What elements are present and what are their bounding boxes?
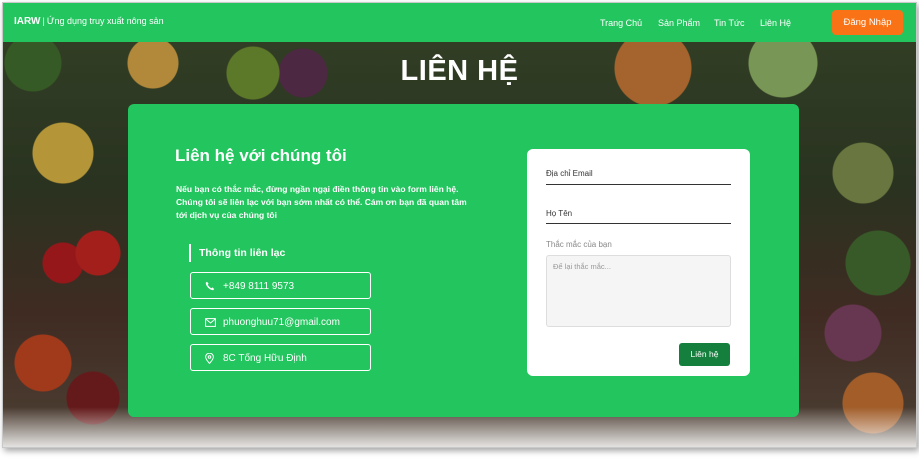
phone-text: +849 8111 9573 — [223, 281, 295, 293]
contact-card: Liên hệ với chúng tôi Nếu bạn có thắc mắ… — [128, 104, 799, 417]
nav-news[interactable]: Tin Tức — [714, 18, 745, 28]
phone-contact[interactable]: +849 8111 9573 — [190, 272, 371, 299]
question-label: Thắc mắc của bạn — [546, 240, 612, 249]
brand-name: IARW — [14, 16, 41, 27]
email-contact[interactable]: phuonghuu71@gmail.com — [190, 308, 371, 335]
nav-contact[interactable]: Liên Hệ — [760, 18, 791, 28]
contact-description: Nếu bạn có thắc mắc, đừng ngần ngại điền… — [176, 184, 467, 220]
submit-button[interactable]: Liên hệ — [679, 343, 730, 366]
email-field[interactable]: Địa chỉ Email — [546, 169, 593, 178]
name-field[interactable]: Họ Tên — [546, 209, 572, 218]
brand-tagline: Ứng dụng truy xuất nông sản — [46, 16, 164, 26]
email-text: phuonghuu71@gmail.com — [223, 317, 340, 329]
name-field-underline — [546, 223, 731, 224]
page-title: LIÊN HỆ — [400, 55, 519, 87]
contact-form: Địa chỉ Email Họ Tên Thắc mắc của bạn Để… — [527, 149, 750, 376]
email-field-underline — [546, 184, 731, 185]
question-placeholder: Để lại thắc mắc... — [553, 262, 611, 271]
address-text: 8C Tống Hữu Định — [223, 353, 307, 365]
navbar: IARW | Ứng dụng truy xuất nông sản Trang C… — [3, 3, 916, 42]
mail-icon — [205, 309, 219, 336]
contact-info-heading: Thông tin liên lạc — [189, 244, 285, 262]
location-pin-icon — [205, 345, 219, 372]
nav-products[interactable]: Sản Phẩm — [658, 18, 700, 28]
question-textarea[interactable]: Để lại thắc mắc... — [546, 255, 731, 327]
contact-heading: Liên hệ với chúng tôi — [175, 146, 347, 165]
address-contact[interactable]: 8C Tống Hữu Định — [190, 344, 371, 371]
brand[interactable]: IARW | Ứng dụng truy xuất nông sản — [14, 16, 164, 27]
app-frame: IARW | Ứng dụng truy xuất nông sản Trang C… — [2, 2, 917, 448]
nav-home[interactable]: Trang Chủ — [600, 18, 642, 28]
login-button[interactable]: Đăng Nhập — [832, 10, 903, 35]
phone-icon — [205, 273, 219, 300]
